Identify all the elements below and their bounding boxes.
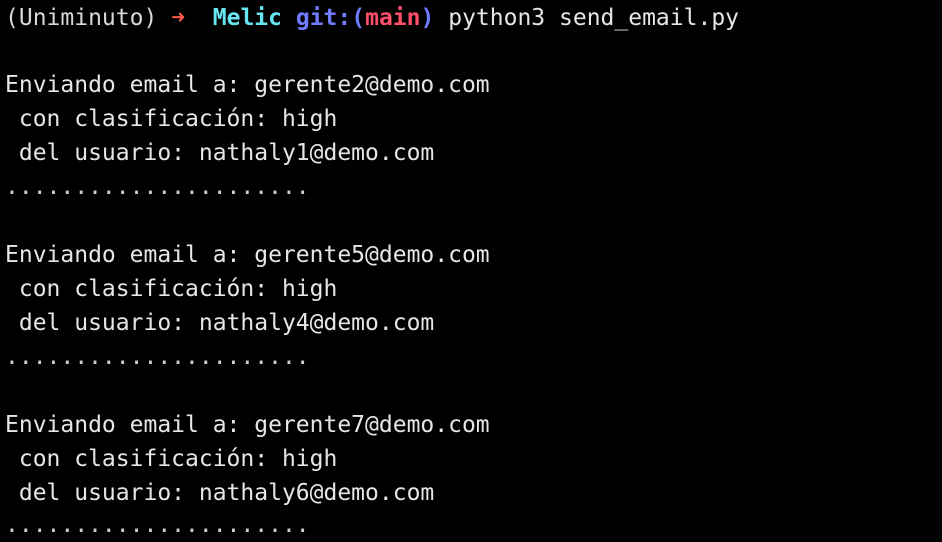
output-classification-line: con clasificación: high — [5, 276, 338, 302]
output-to-line: Enviando email a: gerente2@demo.com — [5, 72, 490, 98]
current-directory: Melic — [212, 5, 282, 31]
output-to-line: Enviando email a: gerente5@demo.com — [5, 242, 490, 268]
virtualenv-name: (Uniminuto) — [5, 5, 158, 31]
output-user-line: del usuario: nathaly6@demo.com — [5, 480, 435, 506]
terminal-window[interactable]: (Uniminuto) ➜ Melic git:(main) python3 s… — [0, 0, 942, 542]
output-to-line: Enviando email a: gerente7@demo.com — [5, 412, 490, 438]
output-separator: ...................... — [5, 344, 310, 370]
output-separator: ...................... — [5, 174, 310, 200]
output-separator: ...................... — [5, 512, 310, 538]
git-label: git:( — [295, 5, 366, 31]
git-branch: main — [365, 5, 421, 31]
output-user-line: del usuario: nathaly4@demo.com — [5, 310, 435, 336]
output-classification-line: con clasificación: high — [5, 106, 338, 132]
prompt-line: (Uniminuto) ➜ Melic git:(main) python3 s… — [5, 1, 739, 35]
output-user-line: del usuario: nathaly1@demo.com — [5, 140, 435, 166]
output-classification-line: con clasificación: high — [5, 446, 338, 472]
command-text: python3 send_email.py — [448, 5, 740, 31]
prompt-arrow-icon: ➜ — [171, 5, 186, 31]
git-label-close: ) — [420, 5, 435, 31]
